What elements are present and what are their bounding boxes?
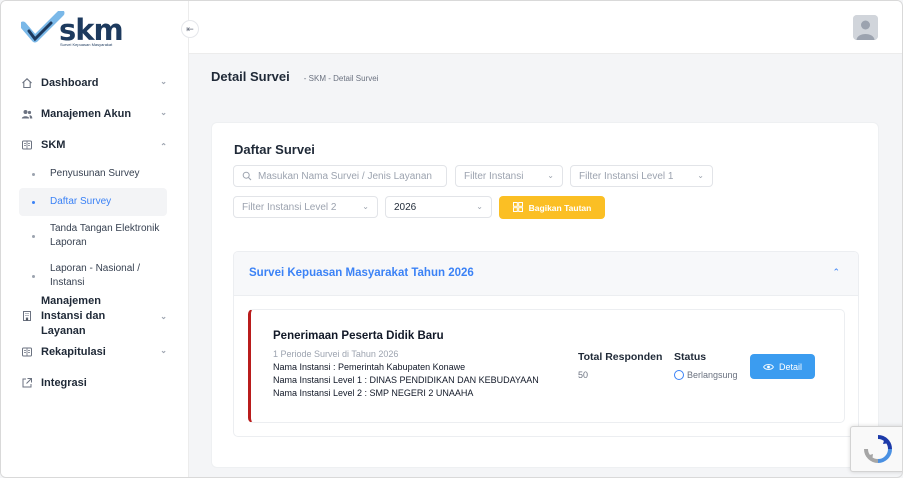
book-icon [21, 346, 33, 358]
detail-label: Detail [778, 361, 802, 372]
total-responden-value: 50 [578, 370, 589, 380]
topbar [189, 1, 902, 54]
bullet-dot [32, 172, 35, 176]
sidebar-nav: Dashboard ⌄ Manajemen Akun ⌄ SKM ⌃ Penyu… [1, 67, 189, 398]
search-icon [242, 171, 252, 181]
status-circle-icon [674, 370, 684, 380]
avatar[interactable] [853, 15, 878, 40]
survey-year-accordion: Survei Kepuasan Masyarakat Tahun 2026 ⌃ … [233, 251, 859, 437]
status-value: Berlangsung [687, 370, 738, 380]
accordion-header[interactable]: Survei Kepuasan Masyarakat Tahun 2026 ⌃ [234, 252, 858, 296]
sidebar-subitem-label: Daftar Survey [50, 196, 112, 207]
survey-item: Penerimaan Peserta Didik Baru 1 Periode … [248, 309, 845, 423]
chevron-down-icon: ⌄ [160, 346, 167, 355]
building-icon [21, 310, 33, 322]
filter-instansi-placeholder: Filter Instansi [464, 170, 524, 182]
chevron-down-icon: ⌄ [160, 312, 167, 321]
chevron-up-icon: ⌃ [160, 142, 167, 151]
chevron-down-icon: ⌄ [160, 77, 167, 86]
collapse-sidebar-icon[interactable]: ⇤ [181, 20, 199, 38]
sidebar-subitem-laporan[interactable]: Laporan - Nasional / Instansi [1, 256, 189, 296]
qr-grid-icon [512, 201, 523, 214]
sidebar-subitem-penyusunan-survey[interactable]: Penyusunan Survey [1, 160, 189, 188]
chevron-down-icon: ⌄ [476, 202, 483, 211]
sidebar-subitem-label: Tanda Tangan Elektronik Laporan [50, 223, 160, 248]
page-header: Detail Survei - SKM - Detail Survei [211, 69, 378, 84]
survey-instansi-level2: Nama Instansi Level 2 : SMP NEGERI 2 UNA… [273, 388, 474, 398]
survey-name: Penerimaan Peserta Didik Baru [273, 330, 444, 342]
chevron-down-icon: ⌄ [697, 171, 704, 180]
chevron-down-icon: ⌄ [547, 171, 554, 180]
eye-icon [763, 363, 774, 371]
bullet-dot [32, 274, 35, 278]
app-frame: skm Survei Kepuasan Masyarakat Dashboard… [0, 0, 903, 478]
search-input[interactable]: Masukan Nama Survei / Jenis Layanan [233, 165, 447, 187]
sidebar-subitem-label: Laporan - Nasional / Instansi [50, 263, 141, 288]
sidebar: skm Survei Kepuasan Masyarakat Dashboard… [1, 1, 189, 477]
chevron-up-icon: ⌃ [832, 267, 840, 277]
bullet-dot [32, 234, 35, 238]
external-link-icon [21, 377, 33, 389]
year-select[interactable]: 2026 ⌄ [385, 196, 492, 218]
chevron-down-icon: ⌄ [160, 108, 167, 117]
filter-instansi-level1-placeholder: Filter Instansi Level 1 [579, 170, 674, 182]
search-placeholder: Masukan Nama Survei / Jenis Layanan [258, 170, 432, 182]
status-label: Status [674, 351, 707, 363]
home-icon [21, 77, 33, 89]
sidebar-subitem-daftar-survey[interactable]: Daftar Survey [19, 188, 167, 216]
survey-list-card: Daftar Survei Masukan Nama Survei / Jeni… [211, 122, 879, 468]
filter-instansi-level2-placeholder: Filter Instansi Level 2 [242, 201, 337, 213]
sidebar-item-integrasi[interactable]: Integrasi [1, 367, 189, 398]
recaptcha-badge[interactable] [850, 426, 902, 472]
filter-instansi-level2-select[interactable]: Filter Instansi Level 2 ⌄ [233, 196, 378, 218]
detail-button[interactable]: Detail [750, 354, 815, 379]
users-icon [21, 108, 33, 120]
logo-subtitle: Survei Kepuasan Masyarakat [60, 42, 113, 47]
total-responden-label: Total Responden [578, 351, 663, 363]
book-icon [21, 139, 33, 151]
bullet-dot [32, 200, 35, 204]
year-value: 2026 [394, 201, 417, 213]
sidebar-item-dashboard[interactable]: Dashboard ⌄ [1, 67, 189, 98]
card-title: Daftar Survei [234, 142, 315, 157]
survey-instansi-level1: Nama Instansi Level 1 : DINAS PENDIDIKAN… [273, 375, 539, 385]
filter-instansi-level1-select[interactable]: Filter Instansi Level 1 ⌄ [570, 165, 713, 187]
sidebar-item-manajemen-akun[interactable]: Manajemen Akun ⌄ [1, 98, 189, 129]
survey-instansi: Nama Instansi : Pemerintah Kabupaten Kon… [273, 362, 466, 372]
breadcrumb: - SKM - Detail Survei [303, 74, 379, 83]
accordion-title: Survei Kepuasan Masyarakat Tahun 2026 [249, 267, 474, 279]
recaptcha-icon [863, 435, 892, 463]
sidebar-item-label: Manajemen Instansi dan Layanan [41, 294, 106, 337]
filter-instansi-select[interactable]: Filter Instansi ⌄ [455, 165, 563, 187]
status-badge: Berlangsung [674, 370, 738, 380]
sidebar-item-label: Dashboard [41, 76, 99, 89]
survey-period: 1 Periode Survei di Tahun 2026 [273, 349, 399, 359]
page-title: Detail Survei [211, 69, 290, 84]
sidebar-item-label: Manajemen Akun [41, 107, 132, 120]
sidebar-item-label: Integrasi [41, 376, 87, 389]
brand-logo[interactable]: skm Survei Kepuasan Masyarakat [21, 9, 131, 51]
chevron-down-icon: ⌄ [362, 202, 369, 211]
sidebar-item-rekapitulasi[interactable]: Rekapitulasi ⌄ [1, 336, 189, 367]
share-link-button[interactable]: Bagikan Tautan [499, 196, 605, 219]
sidebar-subitem-tanda-tangan[interactable]: Tanda Tangan Elektronik Laporan [1, 216, 189, 256]
sidebar-item-label: SKM [41, 138, 66, 151]
sidebar-subitem-label: Penyusunan Survey [50, 168, 140, 179]
user-avatar-icon [853, 15, 878, 40]
sidebar-item-label: Rekapitulasi [41, 345, 106, 358]
sidebar-item-skm[interactable]: SKM ⌃ [1, 129, 189, 160]
sidebar-item-manajemen-instansi[interactable]: Manajemen Instansi dan Layanan ⌄ [1, 294, 189, 337]
share-link-label: Bagikan Tautan [528, 202, 592, 213]
